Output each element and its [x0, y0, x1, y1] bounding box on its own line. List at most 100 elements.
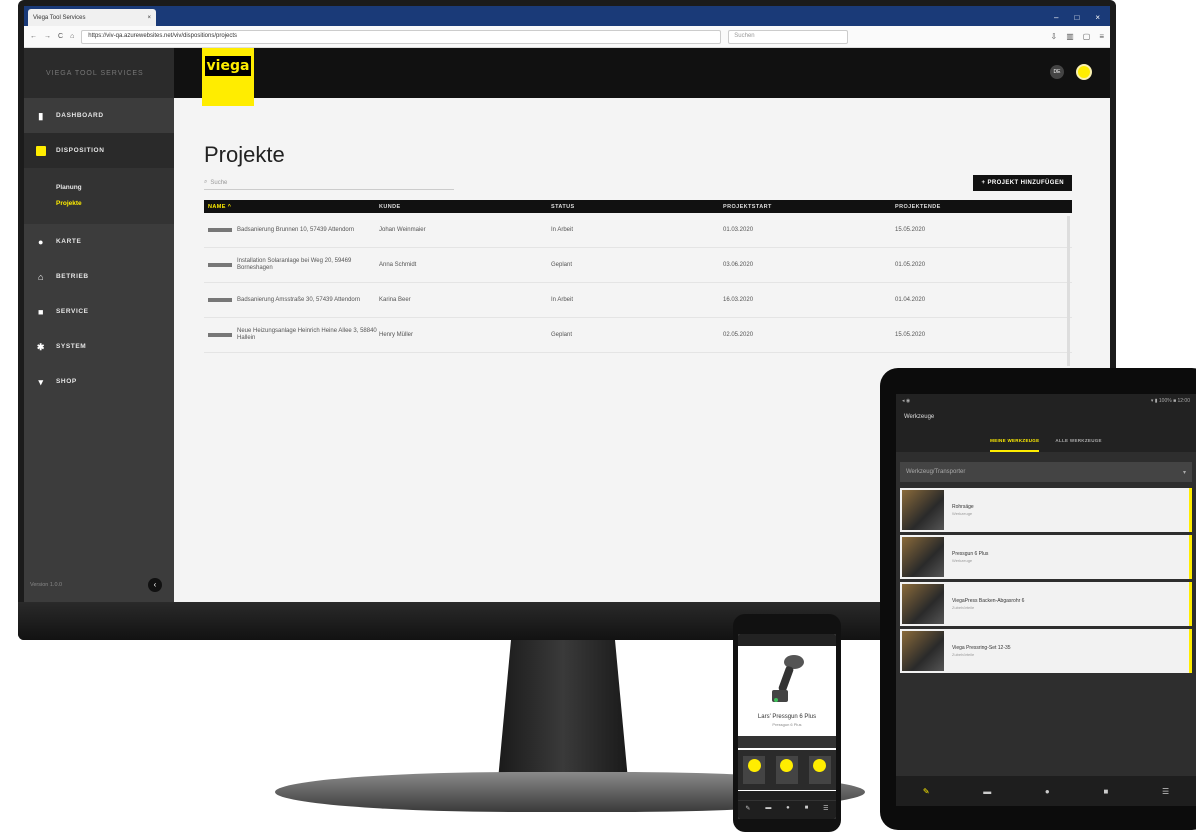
tools-icon[interactable]: ✎ — [923, 787, 930, 796]
menu-icon[interactable]: ☰ — [1162, 787, 1169, 796]
sidebar-toggle-icon[interactable]: ▢ — [1083, 32, 1091, 41]
app-header: viega DE — [174, 48, 1110, 106]
sidebar-item-label: DISPOSITION — [56, 147, 105, 154]
project-thumbnail — [208, 298, 232, 302]
maximize-icon[interactable]: □ — [1074, 13, 1079, 22]
project-search-input[interactable]: ⌕ Suche — [204, 176, 454, 190]
table-scrollbar[interactable] — [1067, 216, 1070, 366]
list-item-text: Viega Pressring-Set 12-35 Zubehörteile — [952, 645, 1011, 657]
column-header-customer[interactable]: KUNDE — [379, 204, 551, 210]
sidebar-item-karte[interactable]: ● KARTE — [24, 224, 174, 259]
sidebar-item-shop[interactable]: ▾ SHOP — [24, 364, 174, 399]
column-header-start[interactable]: PROJEKTSTART — [723, 204, 895, 210]
table-row[interactable]: Badsanierung Brunnen 10, 57439 Attendorn… — [204, 213, 1072, 248]
viega-logo[interactable]: viega — [202, 48, 254, 106]
transport-icon[interactable]: ▬ — [983, 787, 991, 796]
list-item[interactable]: Pressgun 6 Plus Werkzeuge — [900, 535, 1192, 579]
tools-icon[interactable]: ✎ — [745, 805, 750, 812]
sidebar-item-service[interactable]: ■ SERVICE — [24, 294, 174, 329]
transport-icon[interactable]: ▬ — [765, 805, 771, 812]
browser-tab[interactable]: Viega Tool Services × — [28, 9, 156, 26]
action-button[interactable] — [808, 756, 831, 784]
project-thumbnail — [208, 228, 232, 232]
list-item[interactable]: Viega Pressring-Set 12-35 Zubehörteile — [900, 629, 1192, 673]
project-name: Neue Heizungsanlage Heinrich Heine Allee… — [237, 328, 377, 341]
sidebar-item-dashboard[interactable]: ▮ DASHBOARD — [24, 98, 174, 133]
cell-status: In Arbeit — [551, 227, 574, 233]
tab-my-tools[interactable]: MEINE WERKZEUGE — [990, 434, 1040, 452]
url-bar[interactable]: https://viv-qa.azurewebsites.net/viv/dis… — [81, 29, 722, 44]
forward-icon[interactable]: → — [44, 33, 51, 40]
column-header-end[interactable]: PROJEKTENDE — [895, 204, 1015, 210]
tool-title: Lars' Pressgun 6 Plus — [757, 714, 817, 720]
menu-icon[interactable]: ≡ — [1099, 32, 1104, 41]
cell-status: In Arbeit — [551, 297, 574, 303]
back-icon[interactable]: ← — [30, 33, 37, 40]
cell-name: Badsanierung Amsstraße 30, 57439 Attendo… — [204, 297, 379, 304]
table-row[interactable]: Badsanierung Amsstraße 30, 57439 Attendo… — [204, 283, 1072, 318]
tablet-status-bar: ◂ ◉ ▾ ▮ 100% ■ 12:00 — [896, 394, 1196, 410]
add-project-button[interactable]: + PROJEKT HINZUFÜGEN — [973, 175, 1072, 191]
cell-end: 01.04.2020 — [895, 297, 926, 303]
menu-icon[interactable]: ☰ — [823, 805, 828, 812]
cell-status: Geplant — [551, 332, 573, 338]
tablet-search-input[interactable]: Werkzeug/Transporter ▾ — [900, 462, 1192, 482]
tab-close-icon[interactable]: × — [147, 15, 151, 21]
cell-start: 16.03.2020 — [723, 297, 754, 303]
cell-customer: Henry Müller — [379, 332, 414, 338]
minimize-icon[interactable]: – — [1054, 13, 1058, 22]
sidebar-item-betrieb[interactable]: ⌂ BETRIEB — [24, 259, 174, 294]
location-icon[interactable]: ● — [786, 805, 790, 812]
list-item[interactable]: ViegaPress Backen-Abgasrohr 6 Zubehörtei… — [900, 582, 1192, 626]
cell-end: 01.05.2020 — [895, 262, 926, 268]
subnav-item-planung[interactable]: Planung — [56, 180, 174, 196]
window-close-icon[interactable]: × — [1095, 13, 1100, 22]
action-icon — [813, 759, 827, 772]
search-placeholder: Suche — [210, 179, 228, 186]
home-icon[interactable]: ⌂ — [70, 33, 74, 40]
avatar[interactable] — [1076, 64, 1092, 80]
disposition-subnav: Planung Projekte — [24, 168, 174, 224]
table-row[interactable]: Installation Solaranlage bei Weg 20, 594… — [204, 248, 1072, 283]
service-icon[interactable]: ■ — [805, 805, 809, 812]
download-icon[interactable]: ⇩ — [1051, 32, 1058, 41]
column-header-name[interactable]: NAME ^ — [204, 204, 379, 210]
sidebar-item-disposition[interactable]: ■ DISPOSITION — [24, 133, 174, 168]
sidebar-item-system[interactable]: ✱ SYSTEM — [24, 329, 174, 364]
reload-icon[interactable]: C — [58, 33, 63, 40]
collapse-sidebar-button[interactable]: ‹ — [148, 578, 162, 592]
phone-toggle-row[interactable] — [738, 791, 836, 801]
browser-tab-bar: Viega Tool Services × – □ × — [24, 6, 1110, 26]
browser-tab-title: Viega Tool Services — [33, 14, 86, 21]
language-switch[interactable]: DE — [1050, 65, 1064, 79]
phone-nav-icons: ✎ ▬ ● ■ ☰ — [738, 801, 836, 812]
location-icon[interactable]: ● — [1045, 787, 1050, 796]
tablet-screen: ◂ ◉ ▾ ▮ 100% ■ 12:00 Werkzeuge MEINE WER… — [896, 394, 1196, 806]
sidebar-item-label: SHOP — [56, 378, 77, 385]
table-row[interactable]: Neue Heizungsanlage Heinrich Heine Allee… — [204, 318, 1072, 353]
subnav-item-projekte[interactable]: Projekte — [56, 196, 174, 212]
gear-icon: ✱ — [36, 341, 46, 352]
filter-icon[interactable]: ▾ — [1183, 469, 1186, 476]
list-item[interactable]: Rohrsäge Werkzeuge — [900, 488, 1192, 532]
sidebar-brand: VIEGA TOOL SERVICES — [24, 48, 174, 98]
library-icon[interactable]: ▥ — [1066, 32, 1074, 41]
list-item-text: Rohrsäge Werkzeuge — [952, 504, 974, 516]
cart-icon: ▾ — [38, 376, 44, 387]
project-name: Badsanierung Brunnen 10, 57439 Attendorn — [237, 226, 355, 233]
browser-toolbar-icons: ⇩ ▥ ▢ ≡ — [1051, 32, 1105, 41]
service-icon[interactable]: ■ — [1103, 787, 1108, 796]
sidebar-item-label: BETRIEB — [56, 273, 89, 280]
phone-info-bar — [738, 736, 836, 748]
action-button[interactable] — [743, 756, 766, 784]
tablet-bottom-nav: ✎ ▬ ● ■ ☰ — [896, 776, 1196, 806]
column-header-status[interactable]: STATUS — [551, 204, 723, 210]
action-icon — [780, 759, 794, 772]
browser-search-input[interactable]: Suchen — [728, 29, 849, 44]
sidebar-item-label: SYSTEM — [56, 343, 87, 350]
tab-all-tools[interactable]: ALLE WERKZEUGE — [1055, 434, 1101, 452]
logo-text: viega — [205, 56, 251, 76]
action-button[interactable] — [775, 756, 798, 784]
project-name: Installation Solaranlage bei Weg 20, 594… — [237, 258, 352, 271]
tool-category: Werkzeuge — [952, 558, 973, 563]
